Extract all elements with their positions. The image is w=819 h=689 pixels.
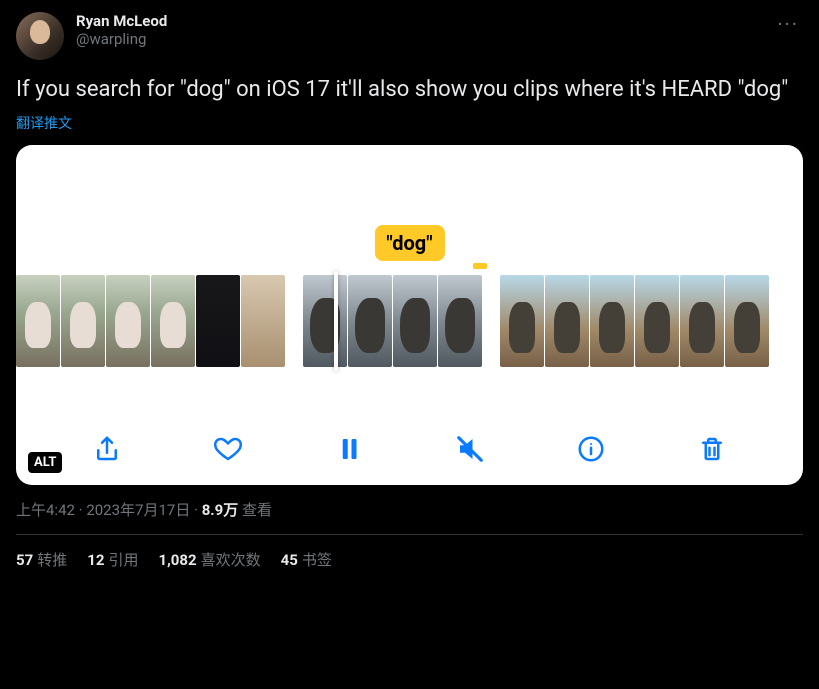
search-tag-marker [473,263,487,269]
mute-icon[interactable] [452,431,488,467]
thumbnail [500,275,544,367]
clip-group-3[interactable] [500,275,769,367]
tweet-header: Ryan McLeod @warpling ··· [16,12,803,60]
thumbnail [61,275,105,367]
share-icon[interactable] [89,431,125,467]
thumbnail [303,275,347,367]
thumbnail [106,275,150,367]
tweet-date[interactable]: 2023年7月17日 [86,501,190,519]
heart-icon[interactable] [210,431,246,467]
user-handle: @warpling [76,30,761,48]
likes-stat[interactable]: 1,082喜欢次数 [158,549,260,570]
thumbnail [438,275,482,367]
media-controls [16,431,803,467]
search-tag-bubble: "dog" [374,225,444,261]
clip-group-2[interactable] [303,275,482,367]
thumbnail [196,275,240,367]
tweet-stats: 57转推 12引用 1,082喜欢次数 45书签 [16,549,803,570]
avatar[interactable] [16,12,64,60]
thumbnail [635,275,679,367]
playhead[interactable] [334,271,338,371]
views-count: 8.9万 [202,501,239,519]
clip-group-1[interactable] [16,275,285,367]
tweet-text: If you search for "dog" on iOS 17 it'll … [16,76,803,105]
thumbnail [16,275,60,367]
thumbnail [590,275,634,367]
thumbnail [680,275,724,367]
media-card[interactable]: "dog" [16,145,803,485]
views-label: 查看 [242,501,272,519]
translate-link[interactable]: 翻译推文 [16,113,72,133]
bookmarks-stat[interactable]: 45书签 [281,549,332,570]
trash-icon[interactable] [694,431,730,467]
thumbnail [725,275,769,367]
tweet-container: Ryan McLeod @warpling ··· If you search … [0,0,819,582]
filmstrip[interactable] [16,275,803,367]
thumbnail [393,275,437,367]
tweet-meta: 上午4:42 · 2023年7月17日 · 8.9万 查看 [16,499,803,535]
info-icon[interactable] [573,431,609,467]
user-block[interactable]: Ryan McLeod @warpling [76,12,761,48]
thumbnail [545,275,589,367]
tweet-time[interactable]: 上午4:42 [16,501,75,519]
display-name: Ryan McLeod [76,12,761,30]
retweets-stat[interactable]: 57转推 [16,549,67,570]
thumbnail [151,275,195,367]
alt-badge[interactable]: ALT [28,452,62,473]
thumbnail [348,275,392,367]
pause-icon[interactable] [331,431,367,467]
quotes-stat[interactable]: 12引用 [87,549,138,570]
more-options-button[interactable]: ··· [773,12,803,36]
thumbnail [241,275,285,367]
